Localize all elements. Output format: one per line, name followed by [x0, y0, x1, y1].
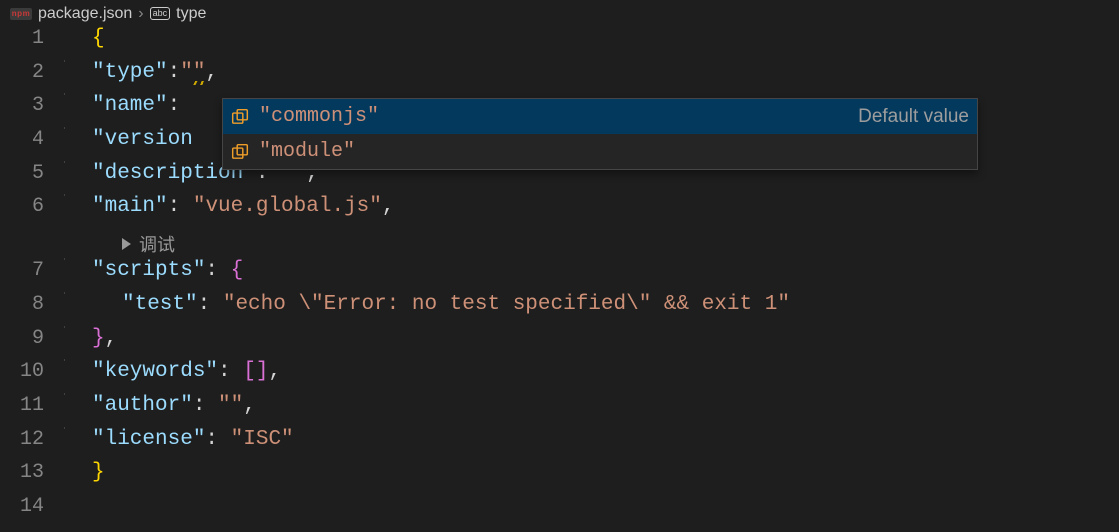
token-string: "vue.global.js" — [193, 195, 382, 218]
token-key: "name" — [92, 94, 168, 117]
token-punct: , — [268, 360, 281, 383]
code-content[interactable]: "author": "", — [92, 394, 256, 417]
code-content[interactable]: "license": "ISC" — [92, 428, 294, 451]
codelens-label: 调试 — [139, 231, 175, 257]
suggest-label: "commonjs" — [259, 105, 379, 128]
line-number: 1 — [0, 27, 62, 50]
code-line[interactable]: 7 "scripts": { — [0, 259, 1119, 293]
code-line[interactable]: 6 "main": "vue.global.js", — [0, 195, 1119, 229]
token-punct: , — [243, 394, 256, 417]
token-brace: } — [92, 461, 105, 484]
code-line[interactable]: 2"type":"", — [0, 61, 1119, 95]
code-line[interactable]: 11 "author": "", — [0, 394, 1119, 428]
token-punct: : — [205, 428, 230, 451]
npm-icon: npm — [10, 8, 32, 20]
code-content[interactable]: "version — [92, 128, 193, 151]
code-line[interactable]: 12 "license": "ISC" — [0, 428, 1119, 462]
code-line[interactable]: 13} — [0, 461, 1119, 495]
breadcrumb[interactable]: npm package.json › abc type — [0, 0, 1119, 27]
code-content[interactable]: "type":"", — [92, 61, 218, 84]
token-punct: : — [218, 360, 243, 383]
token-bracket-sq: ] — [256, 360, 269, 383]
suggest-item[interactable]: "module" — [223, 134, 977, 169]
token-punct: , — [105, 327, 118, 350]
breadcrumb-symbol[interactable]: type — [176, 5, 206, 23]
token-string: " — [193, 61, 206, 84]
suggest-detail: Default value — [858, 106, 969, 128]
token-brace-inner: { — [231, 259, 244, 282]
code-content[interactable]: "main": "vue.global.js", — [92, 195, 394, 218]
line-number: 2 — [0, 61, 62, 84]
line-number: 6 — [0, 195, 62, 218]
code-line[interactable]: 1{ — [0, 27, 1119, 61]
code-line[interactable]: 8 "test": "echo \"Error: no test specifie… — [0, 293, 1119, 327]
suggest-label: "module" — [259, 140, 355, 163]
token-key: "version — [92, 128, 193, 151]
enum-member-icon — [231, 143, 249, 161]
enum-member-icon — [231, 108, 249, 126]
token-string: "" — [218, 394, 243, 417]
suggest-item[interactable]: "commonjs" Default value — [223, 99, 977, 134]
token-punct: , — [382, 195, 395, 218]
token-key: "main" — [92, 195, 168, 218]
line-number: 3 — [0, 94, 62, 117]
token-key: "keywords" — [92, 360, 218, 383]
token-key: "author" — [92, 394, 193, 417]
code-content[interactable]: }, — [92, 327, 117, 350]
token-bracket-sq: [ — [243, 360, 256, 383]
token-punct: : — [168, 195, 193, 218]
line-number: 7 — [0, 259, 62, 282]
token-string: "ISC" — [231, 428, 294, 451]
line-number: 10 — [0, 360, 62, 383]
code-line[interactable]: 14 — [0, 495, 1119, 529]
string-symbol-icon: abc — [150, 7, 171, 20]
line-number: 4 — [0, 128, 62, 151]
token-brace-inner: } — [92, 327, 105, 350]
token-punct: : — [168, 61, 181, 84]
codelens-debug[interactable]: 调试 — [0, 229, 1119, 259]
code-content[interactable]: "test": "echo \"Error: no test specified… — [92, 293, 790, 316]
token-string: " — [180, 61, 193, 84]
token-string: "echo \"Error: no test specified\" && ex… — [223, 293, 790, 316]
code-line[interactable]: 9}, — [0, 327, 1119, 361]
code-content[interactable]: "keywords": [], — [92, 360, 281, 383]
line-number: 9 — [0, 327, 62, 350]
code-content[interactable]: "name": — [92, 94, 193, 117]
chevron-right-icon: › — [138, 5, 143, 23]
line-number: 8 — [0, 293, 62, 316]
token-punct: : — [193, 394, 218, 417]
line-number: 5 — [0, 162, 62, 185]
token-punct: , — [205, 61, 218, 84]
code-line[interactable]: 10 "keywords": [], — [0, 360, 1119, 394]
token-key: "scripts" — [92, 259, 205, 282]
code-content[interactable]: } — [92, 461, 105, 484]
suggest-widget[interactable]: "commonjs" Default value "module" — [222, 98, 978, 170]
line-number: 12 — [0, 428, 62, 451]
token-punct: : — [168, 94, 193, 117]
token-key: "license" — [92, 428, 205, 451]
code-content[interactable]: { — [92, 27, 105, 50]
line-number: 13 — [0, 461, 62, 484]
token-punct: : — [205, 259, 230, 282]
token-key: "test" — [122, 293, 198, 316]
play-icon — [122, 238, 131, 250]
token-brace: { — [92, 27, 105, 50]
line-number: 14 — [0, 495, 62, 518]
code-content[interactable]: "scripts": { — [92, 259, 243, 282]
token-punct: : — [198, 293, 223, 316]
token-key: "type" — [92, 61, 168, 84]
line-number: 11 — [0, 394, 62, 417]
breadcrumb-file[interactable]: package.json — [38, 5, 132, 23]
